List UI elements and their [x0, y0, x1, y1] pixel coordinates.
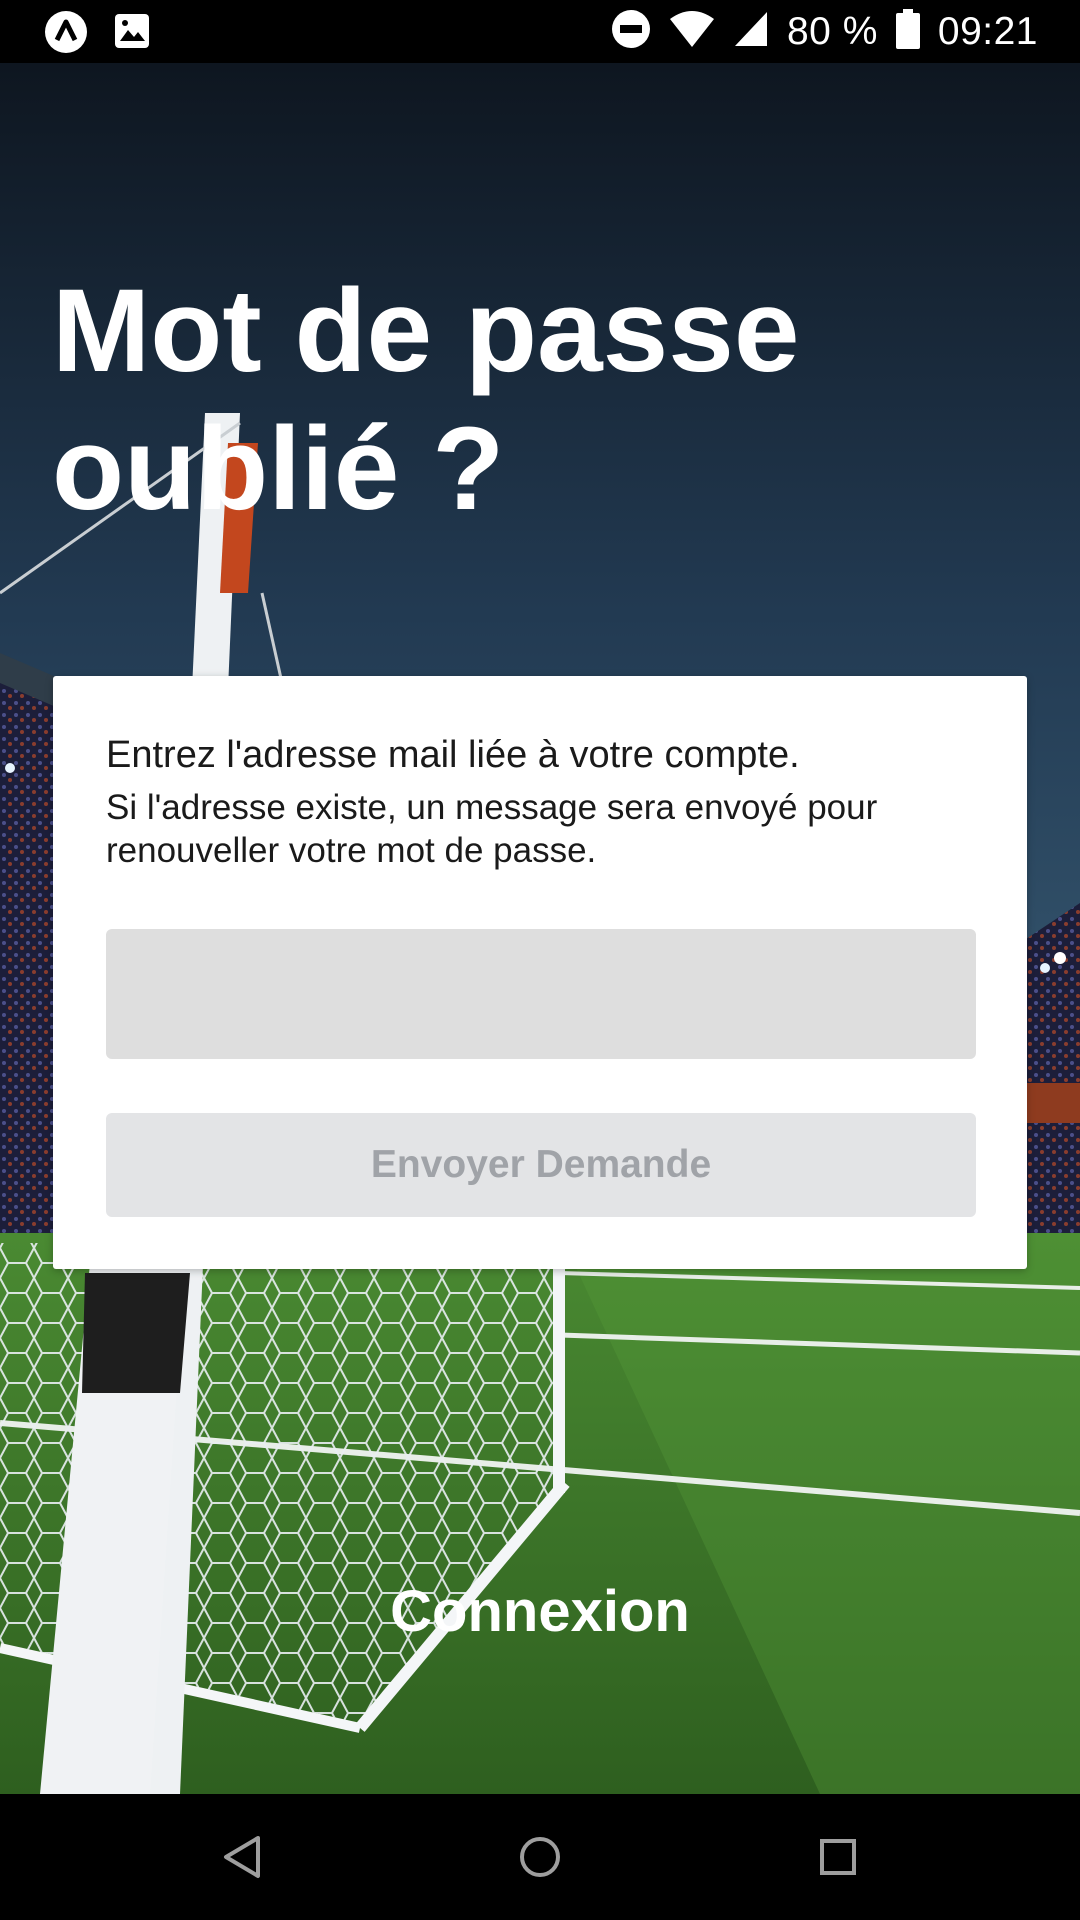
page-title-line1: Mot de passe [52, 265, 800, 397]
battery-icon [895, 9, 920, 54]
do-not-disturb-icon [611, 9, 651, 54]
wifi-icon [669, 9, 715, 54]
password-reset-card: Entrez l'adresse mail liée à votre compt… [53, 676, 1027, 1269]
battery-percent-text: 80 % [786, 9, 878, 53]
back-icon[interactable] [207, 1822, 277, 1892]
page-title-line2: oublié ? [52, 403, 505, 535]
login-link[interactable]: Connexion [0, 1578, 1080, 1645]
app-screen: 80 % 09:21 Mot de passe oublié ? Entrez … [0, 0, 1080, 1920]
home-icon[interactable] [505, 1822, 575, 1892]
instruction-secondary-text: Si l'adresse existe, un message sera env… [106, 788, 878, 870]
status-bar: 80 % 09:21 [0, 0, 1080, 63]
app-logo-icon [44, 10, 88, 59]
page-title: Mot de passe oublié ? [52, 262, 952, 538]
image-notification-icon [113, 12, 151, 55]
clock-time: 09:21 [937, 9, 1038, 53]
instruction-primary-text: Entrez l'adresse mail liée à votre compt… [106, 734, 800, 776]
cell-signal-icon [733, 10, 769, 53]
email-input[interactable] [106, 929, 976, 1059]
system-navigation-bar [0, 1794, 1080, 1920]
status-bar-right: 80 % 09:21 [611, 0, 1038, 63]
send-request-button[interactable]: Envoyer Demande [106, 1113, 976, 1217]
recents-icon[interactable] [803, 1822, 873, 1892]
